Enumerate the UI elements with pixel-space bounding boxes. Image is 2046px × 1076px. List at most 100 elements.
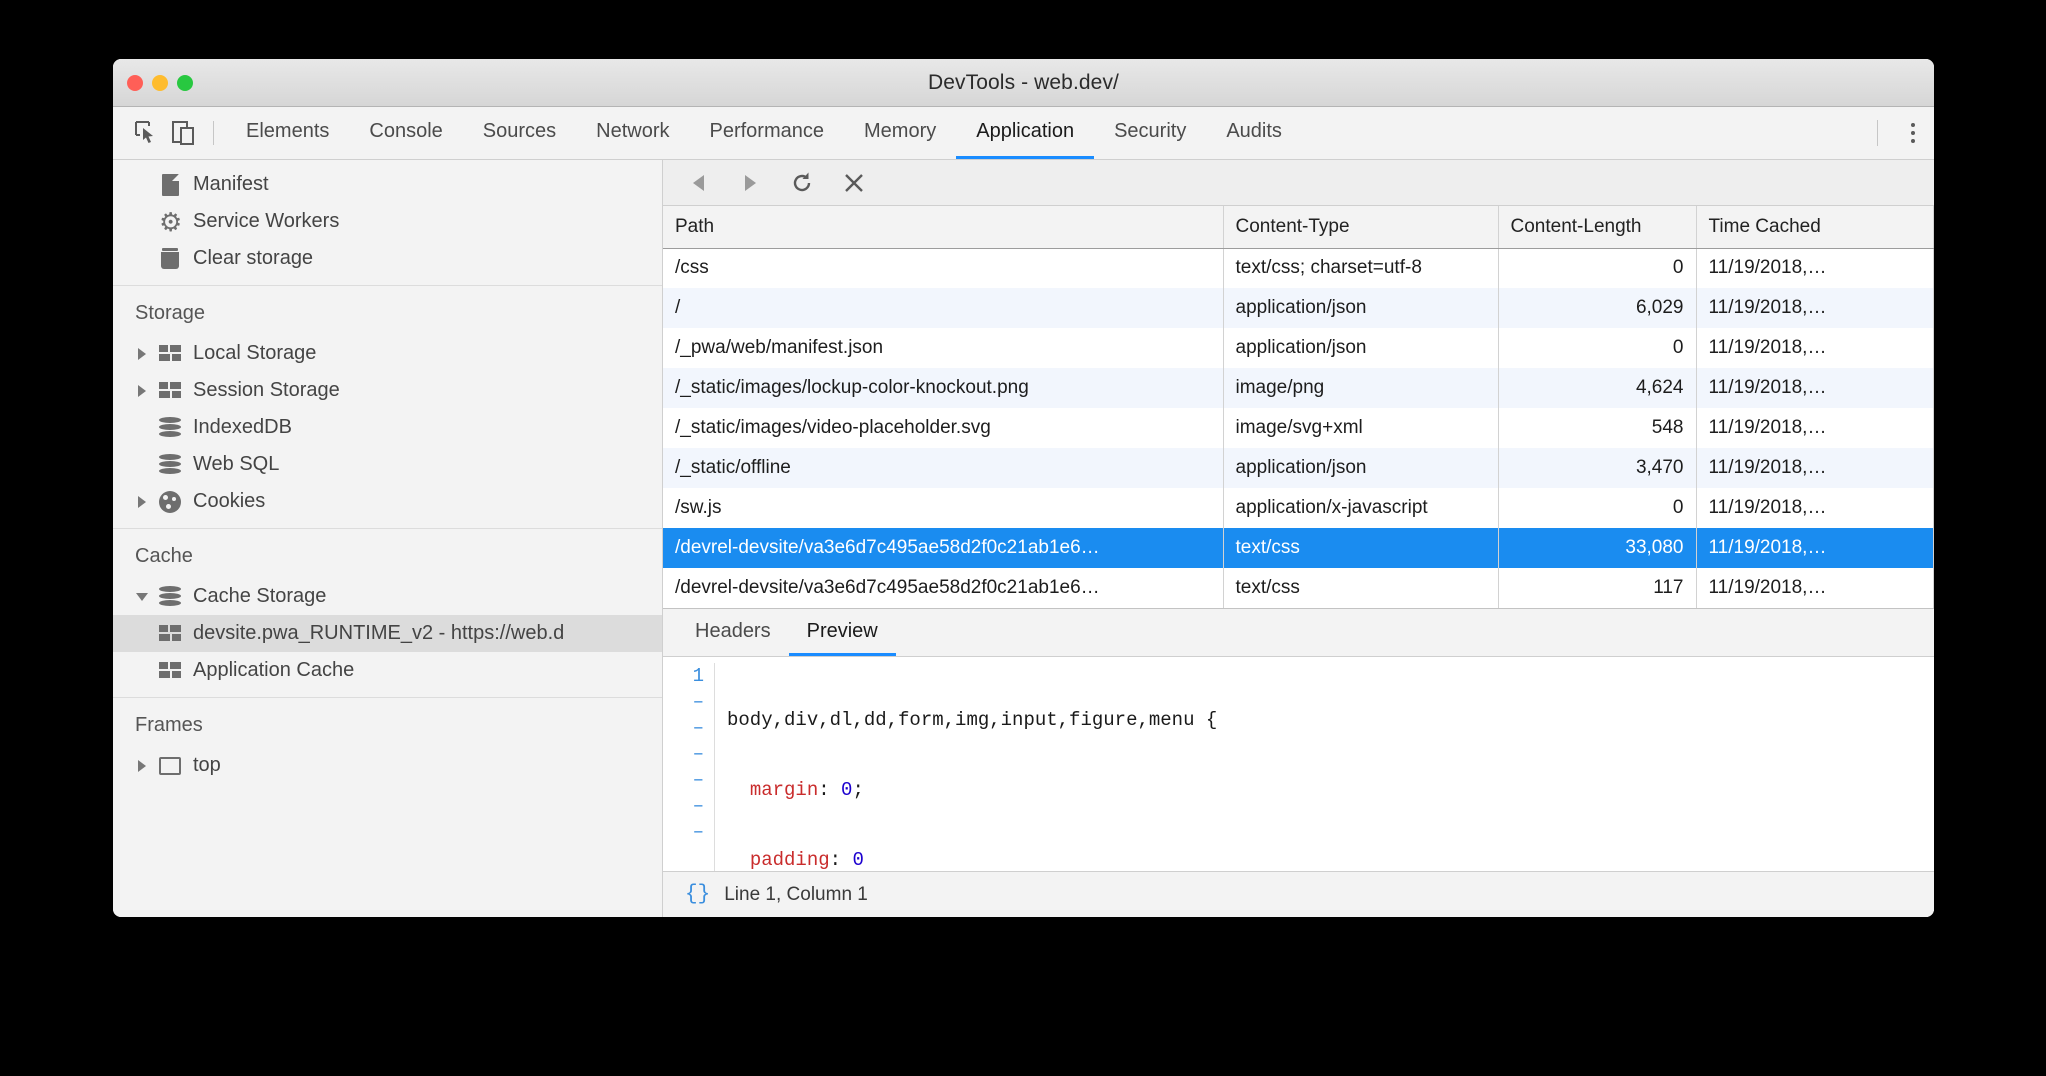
close-window-button[interactable] xyxy=(127,75,143,91)
cell-length: 4,624 xyxy=(1498,368,1696,408)
tab-audits[interactable]: Audits xyxy=(1206,107,1302,159)
tab-sources[interactable]: Sources xyxy=(463,107,576,159)
code-viewer[interactable]: 1 – – – – – – body,div,dl,dd,form,img,in… xyxy=(663,657,1934,871)
table-row[interactable]: /devrel-devsite/va3e6d7c495ae58d2f0c21ab… xyxy=(663,568,1934,608)
cell-type: application/x-javascript xyxy=(1223,488,1498,528)
grid-icon xyxy=(155,662,185,679)
pretty-print-icon[interactable]: {} xyxy=(685,883,710,906)
chevron-right-icon[interactable] xyxy=(129,348,155,360)
cell-length: 0 xyxy=(1498,248,1696,288)
tab-performance[interactable]: Performance xyxy=(690,107,845,159)
cell-path: /_static/images/video-placeholder.svg xyxy=(663,408,1223,448)
cell-path: /devrel-devsite/va3e6d7c495ae58d2f0c21ab… xyxy=(663,528,1223,568)
sidebar-section-cache: Cache xyxy=(113,529,662,578)
forward-arrow-icon[interactable] xyxy=(737,170,763,196)
database-icon xyxy=(155,417,185,438)
table-row[interactable]: /css text/css; charset=utf-8 0 11/19/201… xyxy=(663,248,1934,288)
sidebar-item-label: Web SQL xyxy=(193,453,279,476)
sidebar-item-application-cache[interactable]: Application Cache xyxy=(113,652,662,689)
cell-length: 0 xyxy=(1498,488,1696,528)
chevron-right-icon[interactable] xyxy=(129,496,155,508)
panel-tabs: Elements Console Sources Network Perform… xyxy=(226,107,1302,159)
window-title: DevTools - web.dev/ xyxy=(113,71,1934,95)
sidebar-item-label: Cache Storage xyxy=(193,585,326,608)
sidebar-item-clear-storage[interactable]: Clear storage xyxy=(113,240,662,277)
line-number: – xyxy=(663,715,704,741)
cell-time: 11/19/2018,… xyxy=(1696,488,1934,528)
table-row[interactable]: / application/json 6,029 11/19/2018,… xyxy=(663,288,1934,328)
sidebar-item-session-storage[interactable]: Session Storage xyxy=(113,372,662,409)
sidebar-section-frames: Frames xyxy=(113,698,662,747)
table-row[interactable]: /_pwa/web/manifest.json application/json… xyxy=(663,328,1934,368)
preview-tab-bar: Headers Preview xyxy=(663,609,1934,657)
table-row-selected[interactable]: /devrel-devsite/va3e6d7c495ae58d2f0c21ab… xyxy=(663,528,1934,568)
sidebar-item-local-storage[interactable]: Local Storage xyxy=(113,335,662,372)
sidebar-item-service-workers[interactable]: Service Workers xyxy=(113,203,662,240)
tab-bar-right xyxy=(1877,107,1934,159)
cell-type: text/css xyxy=(1223,568,1498,608)
table-row[interactable]: /_static/images/video-placeholder.svg im… xyxy=(663,408,1934,448)
sidebar-item-manifest[interactable]: Manifest xyxy=(113,166,662,203)
sidebar-item-cookies[interactable]: Cookies xyxy=(113,483,662,520)
table-row[interactable]: /_static/images/lockup-color-knockout.pn… xyxy=(663,368,1934,408)
cell-type: text/css; charset=utf-8 xyxy=(1223,248,1498,288)
more-options-icon[interactable] xyxy=(1892,123,1934,143)
cell-type: application/json xyxy=(1223,448,1498,488)
grid-icon xyxy=(155,345,185,362)
tab-preview[interactable]: Preview xyxy=(789,609,896,656)
cell-time: 11/19/2018,… xyxy=(1696,528,1934,568)
column-header-content-length[interactable]: Content-Length xyxy=(1498,206,1696,248)
chevron-down-icon[interactable] xyxy=(129,593,155,601)
sidebar-item-label: Cookies xyxy=(193,490,265,513)
cell-time: 11/19/2018,… xyxy=(1696,368,1934,408)
cell-path: /sw.js xyxy=(663,488,1223,528)
chevron-right-icon[interactable] xyxy=(129,760,155,772)
database-icon xyxy=(155,454,185,475)
cell-length: 6,029 xyxy=(1498,288,1696,328)
cell-time: 11/19/2018,… xyxy=(1696,248,1934,288)
refresh-icon[interactable] xyxy=(789,170,815,196)
cell-type: image/svg+xml xyxy=(1223,408,1498,448)
cache-storage-panel: Path Content-Type Content-Length Time Ca… xyxy=(663,160,1934,917)
tab-security[interactable]: Security xyxy=(1094,107,1206,159)
tab-console[interactable]: Console xyxy=(349,107,462,159)
status-bar: {} Line 1, Column 1 xyxy=(663,871,1934,917)
cache-entries-table-wrapper: Path Content-Type Content-Length Time Ca… xyxy=(663,206,1934,608)
cell-length: 33,080 xyxy=(1498,528,1696,568)
cell-path: /_static/images/lockup-color-knockout.pn… xyxy=(663,368,1223,408)
zoom-window-button[interactable] xyxy=(177,75,193,91)
table-row[interactable]: /sw.js application/x-javascript 0 11/19/… xyxy=(663,488,1934,528)
sidebar-item-top-frame[interactable]: top xyxy=(113,747,662,784)
column-header-path[interactable]: Path xyxy=(663,206,1223,248)
column-header-content-type[interactable]: Content-Type xyxy=(1223,206,1498,248)
inspect-cursor-icon[interactable] xyxy=(127,107,165,159)
tab-headers[interactable]: Headers xyxy=(677,609,789,656)
css-property: padding xyxy=(750,849,830,871)
tab-memory[interactable]: Memory xyxy=(844,107,956,159)
grid-icon xyxy=(155,625,185,642)
cell-time: 11/19/2018,… xyxy=(1696,568,1934,608)
chevron-right-icon[interactable] xyxy=(129,385,155,397)
code-line-margin: margin: 0; xyxy=(727,777,1217,803)
sidebar-item-label: top xyxy=(193,754,221,777)
tab-elements[interactable]: Elements xyxy=(226,107,349,159)
tab-network[interactable]: Network xyxy=(576,107,689,159)
delete-x-icon[interactable] xyxy=(841,170,867,196)
table-row[interactable]: /_static/offline application/json 3,470 … xyxy=(663,448,1934,488)
sidebar-item-web-sql[interactable]: Web SQL xyxy=(113,446,662,483)
trash-icon xyxy=(155,248,185,269)
cell-length: 3,470 xyxy=(1498,448,1696,488)
cell-type: text/css xyxy=(1223,528,1498,568)
code-line-padding: padding: 0 xyxy=(727,847,1217,871)
table-header-row: Path Content-Type Content-Length Time Ca… xyxy=(663,206,1934,248)
column-header-time-cached[interactable]: Time Cached xyxy=(1696,206,1934,248)
sidebar-item-cache-storage[interactable]: Cache Storage xyxy=(113,578,662,615)
sidebar-item-devsite-pwa-runtime-v2[interactable]: devsite.pwa_RUNTIME_v2 - https://web.d xyxy=(113,615,662,652)
sidebar-item-label: Manifest xyxy=(193,173,269,196)
css-value: 0 xyxy=(841,779,852,801)
sidebar-item-indexeddb[interactable]: IndexedDB xyxy=(113,409,662,446)
minimize-window-button[interactable] xyxy=(152,75,168,91)
device-toolbar-icon[interactable] xyxy=(165,107,203,159)
back-arrow-icon[interactable] xyxy=(685,170,711,196)
tab-application[interactable]: Application xyxy=(956,107,1094,159)
